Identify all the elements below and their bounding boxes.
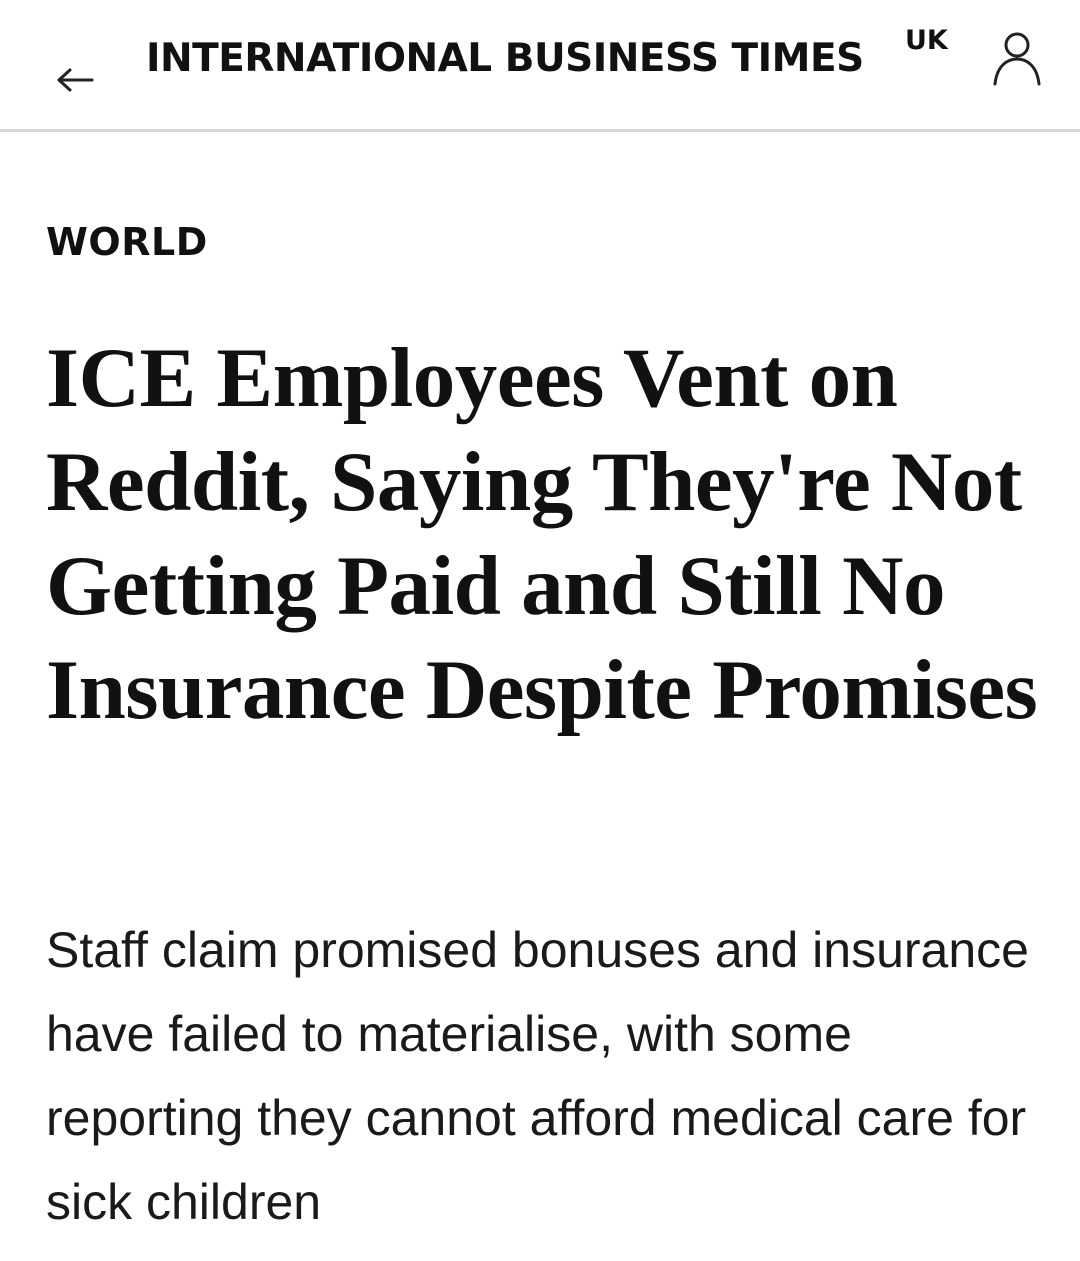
back-button[interactable]	[50, 60, 98, 100]
article-headline: ICE Employees Vent on Reddit, Saying The…	[46, 331, 1038, 737]
account-button[interactable]	[990, 28, 1044, 88]
left-arrow-icon	[57, 68, 94, 92]
section-label[interactable]: WORLD	[46, 214, 208, 270]
article-standfirst: Staff claim promised bonuses and insuran…	[46, 922, 1029, 1230]
top-app-bar: INTERNATIONAL BUSINESS TIMES UK	[0, 0, 1080, 132]
edition-label[interactable]: UK	[905, 24, 948, 58]
user-icon	[993, 32, 1041, 86]
site-logo[interactable]: INTERNATIONAL BUSINESS TIMES	[146, 30, 864, 90]
